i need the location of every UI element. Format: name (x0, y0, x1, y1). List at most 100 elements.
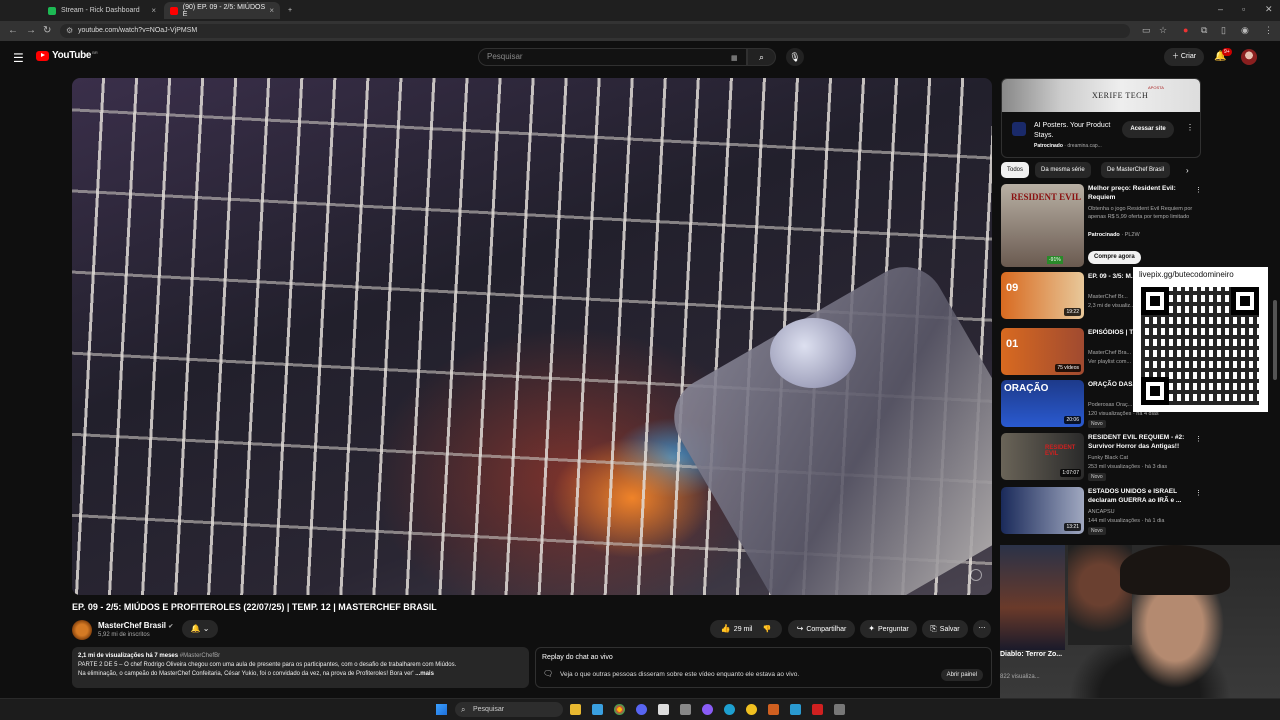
account-avatar[interactable] (1241, 49, 1257, 65)
window-close-icon[interactable]: ✕ (1265, 4, 1273, 15)
maximize-icon[interactable]: ▫ (1242, 4, 1245, 14)
description-box[interactable]: 2,1 mi de visualizações há 7 meses #Mast… (72, 647, 529, 688)
qr-url-text: livepix.gg/butecodomineiro (1139, 270, 1234, 279)
bookmark-star-icon[interactable]: ☆ (1159, 25, 1167, 36)
more-vert-icon[interactable]: ⋮ (1195, 435, 1202, 443)
forward-icon[interactable]: → (26, 25, 36, 36)
thumbnail[interactable]: RESIDENT EVIL -91% (1001, 184, 1084, 267)
ask-button[interactable]: ✦ Perguntar (860, 620, 917, 638)
channel-name[interactable]: Funky Black Cat (1088, 454, 1193, 462)
telegram-icon[interactable] (790, 704, 801, 715)
video-title[interactable]: Melhor preço: Resident Evil: Requiem (1088, 184, 1193, 202)
app-icon[interactable] (812, 704, 823, 715)
share-button[interactable]: ↪ Compartilhar (788, 620, 855, 638)
back-icon[interactable]: ← (8, 25, 18, 36)
menu-icon[interactable]: ☰ (13, 51, 24, 65)
hashtag-link[interactable]: #MasterChefBr (180, 653, 220, 659)
channel-avatar[interactable] (72, 620, 92, 640)
sidebar-icon[interactable]: ▯ (1221, 25, 1226, 36)
thumbnail-text: RESIDENT EVIL (1045, 445, 1076, 457)
qr-finder-pattern (1141, 287, 1169, 315)
list-item[interactable]: 13:21 ESTADOS UNIDOS e ISRAEL declaram G… (1001, 487, 1202, 537)
tab-extension[interactable] (20, 2, 32, 19)
video-meta: 144 mil visualizações · há 1 dia (1088, 518, 1165, 524)
dislike-button[interactable]: 👎 (762, 626, 771, 633)
view-count: 2,1 mi de visualizações (78, 653, 145, 659)
browser-tab-bar: Stream - Rick Dashboard × (90) EP. 09 - … (0, 0, 1280, 21)
more-vert-icon[interactable]: ⋮ (1195, 186, 1202, 194)
profile-icon[interactable]: ◉ (1241, 25, 1249, 36)
browser-menu-icon[interactable]: ⋮ (1264, 25, 1273, 36)
taskbar-search[interactable]: Pesquisar (455, 702, 563, 717)
chip-all[interactable]: Todos (1001, 162, 1030, 178)
app-icon[interactable] (702, 704, 713, 715)
sponsored-ad-card[interactable]: XERIFE TECH APOSTA AI Posters. Your Prod… (1001, 78, 1201, 158)
episode-number: 01 (1006, 338, 1019, 350)
chevron-right-icon[interactable]: › (1186, 166, 1189, 175)
bell-icon: 🔔 (190, 624, 201, 633)
buy-now-button[interactable]: Compre agora (1088, 251, 1141, 264)
thumbnail[interactable]: ORAÇÃO 20:06 (1001, 380, 1084, 427)
close-icon[interactable]: × (151, 6, 156, 15)
store-icon[interactable] (592, 704, 603, 715)
new-tab-button[interactable]: + (282, 2, 298, 19)
windows-start-icon[interactable] (436, 704, 447, 715)
list-item[interactable]: RESIDENT EVIL -91% Melhor preço: Residen… (1001, 184, 1202, 268)
page-scrollbar[interactable] (1272, 78, 1278, 698)
site-info-icon[interactable]: ⚙ (66, 24, 73, 38)
file-explorer-icon[interactable] (570, 704, 581, 715)
chip-same-series[interactable]: Da mesma série (1035, 162, 1091, 178)
more-vert-icon[interactable]: ⋮ (1195, 489, 1202, 497)
open-panel-button[interactable]: Abrir painel (940, 669, 983, 681)
edge-icon[interactable] (724, 704, 735, 715)
extension-icon[interactable]: ● (1183, 25, 1188, 35)
minimize-icon[interactable]: – (1218, 4, 1223, 14)
thumbnail[interactable]: RESIDENT EVIL 1:07:07 (1001, 433, 1084, 480)
video-title[interactable]: ESTADOS UNIDOS e ISRAEL declaram GUERRA … (1088, 487, 1193, 505)
ad-banner-image[interactable]: XERIFE TECH APOSTA (1002, 79, 1200, 112)
app-icon[interactable] (658, 704, 669, 715)
close-icon[interactable]: × (269, 6, 274, 15)
chrome-icon[interactable] (614, 704, 625, 715)
channel-watermark-icon[interactable] (970, 569, 982, 581)
more-horizontal-icon: ⋯ (978, 625, 986, 632)
app-icon[interactable] (834, 704, 845, 715)
youtube-logo[interactable]: YouTube BR (36, 50, 98, 61)
keyboard-icon[interactable]: ▦ (731, 54, 738, 62)
thumbnail[interactable]: 09 19:22 (1001, 272, 1084, 319)
extensions-puzzle-icon[interactable]: ⧉ (1201, 25, 1207, 36)
channel-name[interactable]: MasterChef Brasil ✔ (98, 621, 173, 630)
chip-from-channel[interactable]: De MasterChef Brasil (1101, 162, 1171, 178)
channel-name[interactable]: ANCAPSU (1088, 508, 1193, 516)
app-icon[interactable] (746, 704, 757, 715)
url-field[interactable]: ⚙ youtube.com/watch?v=NOaJ-VjPMSM (60, 24, 1130, 38)
voice-search-button[interactable]: 🎙 (786, 48, 804, 66)
duration-badge: 20:06 (1064, 416, 1081, 424)
thumbnail[interactable]: 01 75 vídeos (1001, 328, 1084, 375)
create-button[interactable]: ＋ Criar (1164, 48, 1204, 66)
discord-icon[interactable] (636, 704, 647, 715)
tab-youtube-video[interactable]: (90) EP. 09 - 2/5: MIÚDOS E × (164, 2, 280, 19)
reload-icon[interactable]: ↻ (43, 25, 51, 36)
video-title[interactable]: RESIDENT EVIL REQUIEM - #2: Survivor Hor… (1088, 433, 1193, 451)
show-more-link[interactable]: ...mais (415, 671, 434, 677)
video-frame-knob (770, 318, 856, 388)
video-player[interactable] (72, 78, 992, 595)
app-icon[interactable] (680, 704, 691, 715)
visit-site-button[interactable]: Acessar site (1122, 121, 1174, 138)
like-button[interactable]: 👍 29 mil (721, 624, 753, 633)
subscription-bell-button[interactable]: 🔔 ⌄ (182, 620, 218, 638)
search-input[interactable]: Pesquisar (478, 48, 747, 66)
like-dislike-group: 👍 29 mil 👎 (710, 620, 782, 638)
app-icon[interactable] (768, 704, 779, 715)
search-button[interactable]: ⌕ (747, 48, 776, 66)
thumbnail[interactable]: 13:21 (1001, 487, 1084, 534)
save-button[interactable]: ⎘ Salvar (922, 620, 968, 638)
more-actions-button[interactable]: ⋯ (973, 620, 991, 638)
list-item[interactable]: RESIDENT EVIL 1:07:07 RESIDENT EVIL REQU… (1001, 433, 1202, 483)
scrollbar-thumb[interactable] (1273, 300, 1277, 380)
tab-stream-dashboard[interactable]: Stream - Rick Dashboard × (42, 2, 162, 19)
duration-badge: 1:07:07 (1060, 469, 1081, 477)
cast-icon[interactable]: ▭ (1142, 25, 1151, 36)
ad-more-icon[interactable]: ⋮ (1186, 123, 1194, 132)
